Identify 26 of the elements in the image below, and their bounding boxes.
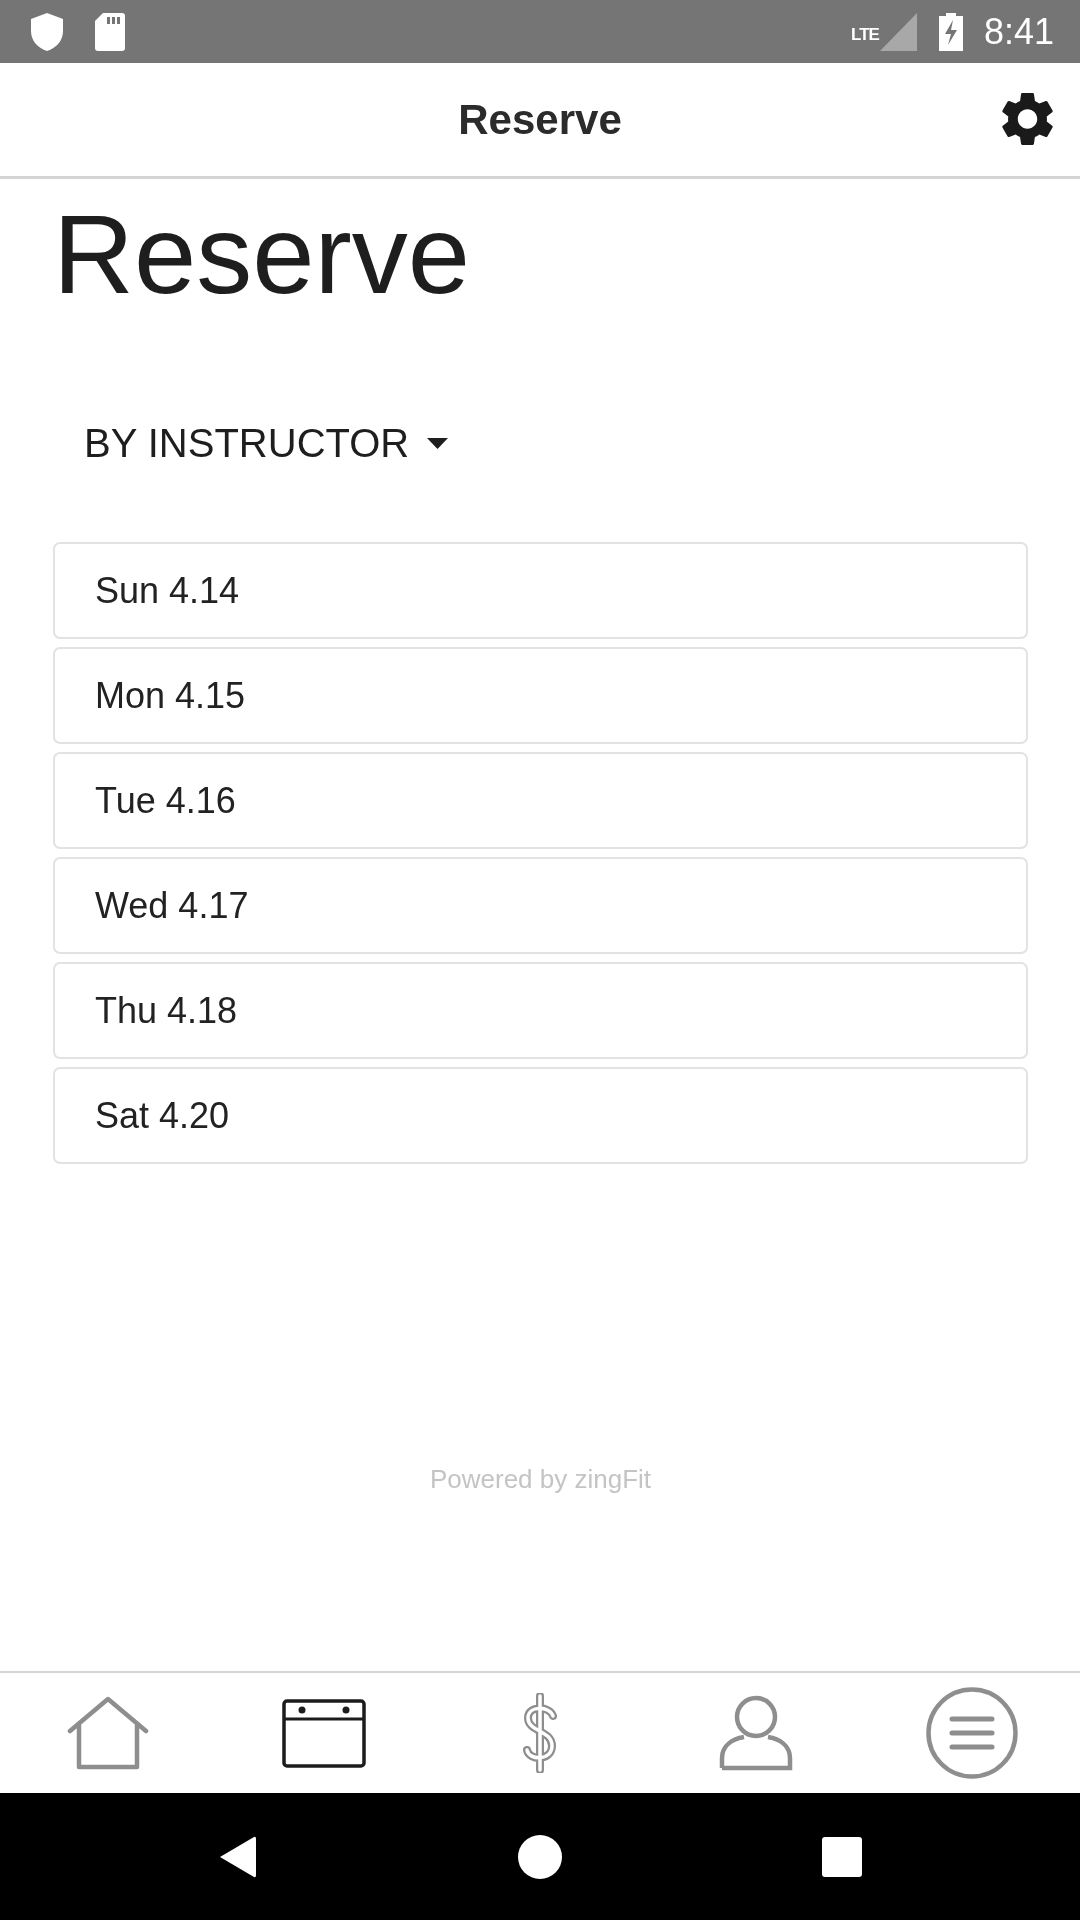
- signal-icon: [879, 12, 917, 51]
- date-list-item[interactable]: Sat 4.20: [53, 1067, 1028, 1164]
- date-list-item[interactable]: Sun 4.14: [53, 542, 1028, 639]
- app-bar-title: Reserve: [458, 98, 622, 141]
- filter-dropdown[interactable]: BY INSTRUCTOR: [53, 403, 479, 483]
- date-list-item[interactable]: Thu 4.18: [53, 962, 1028, 1059]
- back-icon[interactable]: [218, 1834, 258, 1879]
- caret-icon: [427, 437, 449, 449]
- home-icon[interactable]: [67, 1696, 149, 1770]
- settings-icon[interactable]: [1001, 92, 1054, 146]
- powered-by-text: Powered by zingFit: [429, 1466, 652, 1492]
- shield-icon: [31, 12, 63, 51]
- recents-icon[interactable]: [822, 1836, 862, 1877]
- status-time: 8:41: [983, 13, 1054, 50]
- sd-card-icon: [95, 12, 125, 51]
- network-type-label: LTE: [851, 25, 879, 43]
- dollar-icon[interactable]: [520, 1693, 560, 1773]
- page-heading: Reserve: [53, 199, 471, 311]
- calendar-icon[interactable]: [282, 1698, 366, 1768]
- date-list-item[interactable]: Wed 4.17: [53, 857, 1028, 954]
- date-list-item[interactable]: Mon 4.15: [53, 647, 1028, 744]
- person-icon[interactable]: [719, 1695, 793, 1771]
- menu-icon[interactable]: [926, 1687, 1018, 1779]
- date-list-item[interactable]: Tue 4.16: [53, 752, 1028, 849]
- battery-charging-icon: [937, 12, 964, 51]
- home-button-icon[interactable]: [518, 1834, 562, 1879]
